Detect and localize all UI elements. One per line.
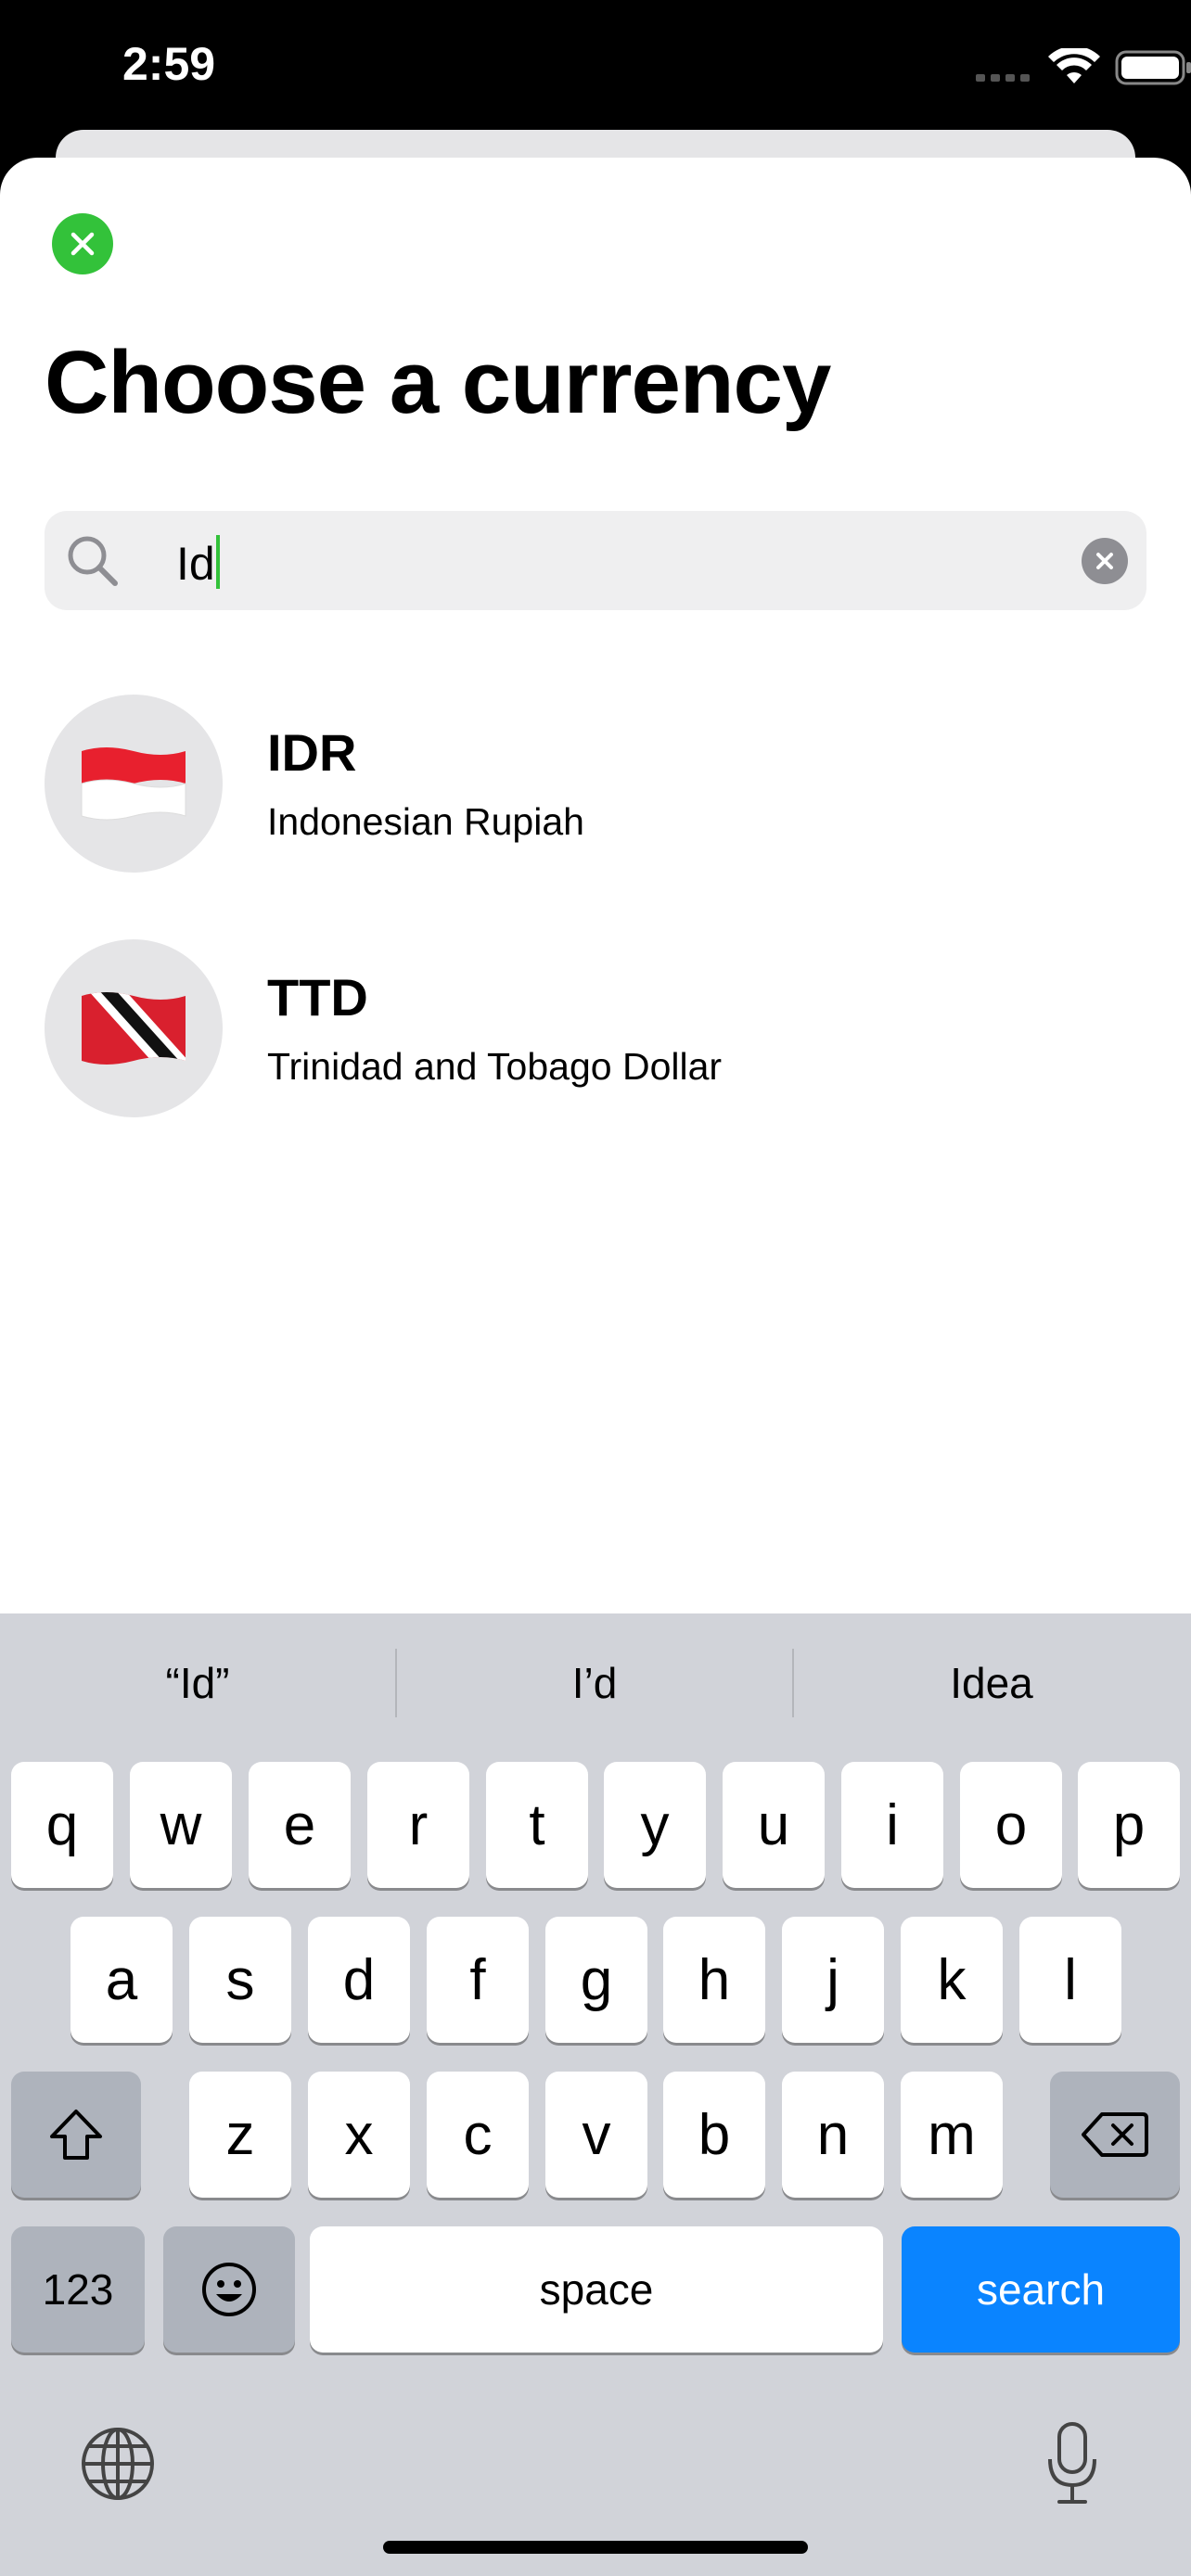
status-icons: [820, 0, 1191, 130]
key-o[interactable]: o: [960, 1762, 1062, 1888]
battery-icon: [1115, 50, 1191, 85]
key-e[interactable]: e: [249, 1762, 351, 1888]
key-z[interactable]: z: [189, 2072, 291, 2198]
key-y[interactable]: y: [604, 1762, 706, 1888]
flag-avatar: [45, 939, 223, 1117]
key-g[interactable]: g: [545, 1917, 647, 2043]
key-c[interactable]: c: [427, 2072, 529, 2198]
clear-icon: [1096, 553, 1113, 569]
clear-search-button[interactable]: [1082, 538, 1128, 584]
status-bar: 2:59: [0, 0, 1191, 130]
signal-icon: [976, 74, 1030, 82]
currency-row-idr[interactable]: IDR Indonesian Rupiah: [45, 695, 1146, 873]
close-button[interactable]: [52, 213, 113, 274]
currency-name: Trinidad and Tobago Dollar: [267, 1045, 723, 1088]
key-k[interactable]: k: [901, 1917, 1003, 2043]
emoji-icon: [202, 2263, 256, 2316]
suggestion-1[interactable]: “Id”: [0, 1613, 395, 1753]
currency-code: IDR: [267, 723, 357, 782]
key-a[interactable]: a: [70, 1917, 173, 2043]
key-w[interactable]: w: [130, 1762, 232, 1888]
indonesia-flag-icon: [81, 747, 186, 821]
key-i[interactable]: i: [841, 1762, 943, 1888]
key-m[interactable]: m: [901, 2072, 1003, 2198]
search-value: Id: [176, 538, 215, 590]
close-icon: [70, 232, 95, 256]
suggestion-3[interactable]: Idea: [794, 1613, 1189, 1753]
currency-row-ttd[interactable]: TTD Trinidad and Tobago Dollar: [45, 939, 1146, 1117]
key-x[interactable]: x: [308, 2072, 410, 2198]
wifi-icon: [1048, 48, 1100, 83]
page-title: Choose a currency: [45, 333, 831, 432]
key-f[interactable]: f: [427, 1917, 529, 2043]
microphone-icon[interactable]: [1044, 2420, 1100, 2506]
search-icon: [68, 536, 118, 586]
space-key[interactable]: space: [310, 2226, 883, 2353]
suggestion-2[interactable]: I’d: [397, 1613, 792, 1753]
key-s[interactable]: s: [189, 1917, 291, 2043]
key-b[interactable]: b: [663, 2072, 765, 2198]
search-key[interactable]: search: [902, 2226, 1180, 2353]
key-q[interactable]: q: [11, 1762, 113, 1888]
backspace-icon: [1082, 2112, 1148, 2157]
backspace-key[interactable]: [1050, 2072, 1180, 2198]
key-d[interactable]: d: [308, 1917, 410, 2043]
home-indicator[interactable]: [383, 2541, 808, 2554]
key-r[interactable]: r: [367, 1762, 469, 1888]
key-h[interactable]: h: [663, 1917, 765, 2043]
flag-avatar: [45, 695, 223, 873]
key-p[interactable]: p: [1078, 1762, 1180, 1888]
key-l[interactable]: l: [1019, 1917, 1121, 2043]
keyboard: “Id” I’d Idea q w e r t y u i o p a s d …: [0, 1613, 1191, 2576]
key-t[interactable]: t: [486, 1762, 588, 1888]
trinidad-flag-icon: [82, 992, 186, 1065]
shift-key[interactable]: [11, 2072, 141, 2198]
key-j[interactable]: j: [782, 1917, 884, 2043]
numbers-key[interactable]: 123: [11, 2226, 145, 2353]
shift-icon: [50, 2110, 102, 2160]
currency-name: Indonesian Rupiah: [267, 800, 584, 843]
search-query[interactable]: Id: [176, 535, 220, 591]
key-v[interactable]: v: [545, 2072, 647, 2198]
suggestion-bar: “Id” I’d Idea: [0, 1613, 1191, 1753]
key-n[interactable]: n: [782, 2072, 884, 2198]
text-cursor: [215, 535, 220, 589]
key-u[interactable]: u: [723, 1762, 825, 1888]
globe-icon[interactable]: [80, 2426, 156, 2502]
emoji-key[interactable]: [163, 2226, 295, 2353]
status-time: 2:59: [122, 38, 216, 90]
currency-code: TTD: [267, 968, 368, 1027]
search-input[interactable]: Id: [45, 511, 1146, 610]
